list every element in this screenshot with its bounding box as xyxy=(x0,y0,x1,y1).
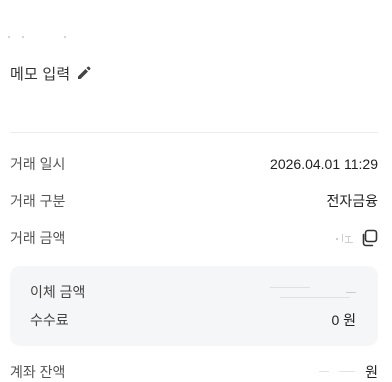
account-balance-currency: 원 xyxy=(365,364,378,380)
account-balance-label: 계좌 잔액 xyxy=(10,364,66,380)
transfer-amount-label: 이체 금액 xyxy=(30,284,86,300)
transaction-amount-value-wrap xyxy=(336,229,378,247)
fee-row: 수수료 0 원 xyxy=(30,310,356,330)
masked-transfer-amount xyxy=(270,285,356,299)
transaction-date-row: 거래 일시 2026.04.01 11:29 xyxy=(10,154,378,174)
faint-marks xyxy=(8,36,68,42)
fee-label: 수수료 xyxy=(30,312,69,328)
transaction-date-label: 거래 일시 xyxy=(10,156,66,172)
transaction-amount-row: 거래 금액 xyxy=(10,228,378,248)
copy-icon[interactable] xyxy=(360,229,378,247)
transaction-date-value: 2026.04.01 11:29 xyxy=(270,156,378,172)
masked-balance-value xyxy=(319,367,359,377)
transaction-amount-label: 거래 금액 xyxy=(10,230,66,246)
memo-input-button[interactable]: 메모 입력 xyxy=(10,62,92,84)
transaction-type-label: 거래 구분 xyxy=(10,193,66,209)
pencil-icon xyxy=(76,65,92,81)
account-balance-value-wrap: 원 xyxy=(319,362,378,382)
transaction-type-value: 전자금융 xyxy=(326,193,378,209)
transaction-detail-screen: 메모 입력 거래 일시 2026.04.01 11:29 거래 구분 전자금융 … xyxy=(0,0,392,382)
memo-input-label: 메모 입력 xyxy=(10,65,71,83)
account-balance-row: 계좌 잔액 원 xyxy=(10,362,378,382)
transfer-amount-row: 이체 금액 xyxy=(30,282,356,302)
transfer-summary-card: 이체 금액 수수료 0 원 xyxy=(10,266,378,346)
fee-value: 0 원 xyxy=(331,312,356,328)
section-divider xyxy=(10,132,378,133)
masked-amount-value xyxy=(336,232,354,244)
transaction-type-row: 거래 구분 전자금융 xyxy=(10,191,378,211)
